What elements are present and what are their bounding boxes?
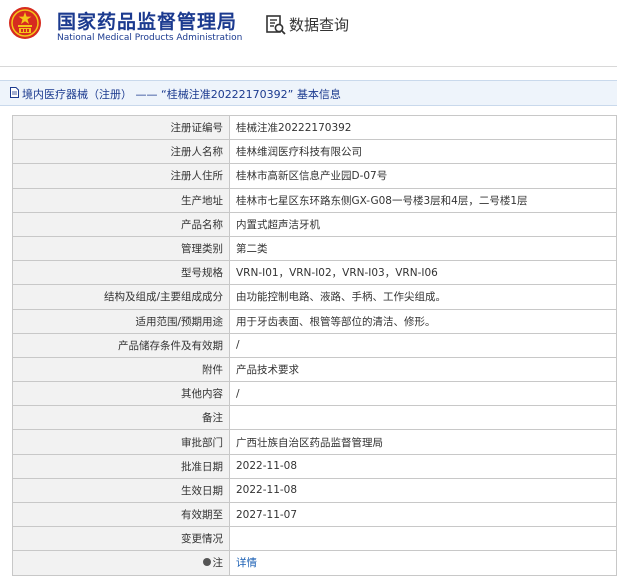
site-subtitle[interactable]: National Medical Products Administration <box>57 33 242 43</box>
note-value-cell: 详情 <box>229 550 617 576</box>
info-dot-icon <box>202 558 211 567</box>
table-row: 管理类别 第二类 <box>12 235 617 262</box>
data-query-link[interactable]: 数据查询 <box>289 14 349 35</box>
table-row: 审批部门 广西壮族自治区药品监督管理局 <box>12 429 617 455</box>
field-value <box>229 526 617 552</box>
table-row: 结构及组成/主要组成成分 由功能控制电路、液路、手柄、工作尖组成。 <box>12 284 617 310</box>
field-value: / <box>229 332 617 358</box>
note-row: 注 详情 <box>12 550 617 576</box>
field-label: 备注 <box>12 405 230 431</box>
table-row: 产品储存条件及有效期 / <box>12 332 617 358</box>
table-row: 注册人名称 桂林维润医疗科技有限公司 <box>12 139 617 165</box>
note-label: 注 <box>212 557 224 570</box>
document-icon <box>10 87 19 98</box>
table-row: 生效日期 2022-11-08 <box>12 477 617 504</box>
table-row: 备注 <box>12 405 617 431</box>
breadcrumb-text: 境内医疗器械（注册） —— “桂械注准20222170392” 基本信息 <box>22 88 341 101</box>
table-row: 有效期至 2027-11-07 <box>12 501 617 528</box>
field-label: 变更情况 <box>12 526 230 552</box>
field-label: 管理类别 <box>12 235 230 262</box>
document-search-icon <box>266 15 286 35</box>
table-row: 适用范围/预期用途 用于牙齿表面、根管等部位的清洁、修形。 <box>12 308 617 334</box>
field-value: 2022-11-08 <box>229 477 617 504</box>
field-label: 生产地址 <box>12 187 230 213</box>
field-label: 注册证编号 <box>12 114 230 141</box>
field-label: 审批部门 <box>12 429 230 455</box>
field-value: VRN-I01，VRN-I02，VRN-I03，VRN-I06 <box>229 260 617 286</box>
note-label-cell: 注 <box>12 550 230 576</box>
field-value: 由功能控制电路、液路、手柄、工作尖组成。 <box>229 284 617 310</box>
table-row: 附件 产品技术要求 <box>12 356 617 383</box>
field-label: 批准日期 <box>12 453 230 479</box>
field-value: 内置式超声洁牙机 <box>229 211 617 237</box>
field-label: 有效期至 <box>12 501 230 528</box>
table-row: 变更情况 <box>12 526 617 552</box>
table-row: 型号规格 VRN-I01，VRN-I02，VRN-I03，VRN-I06 <box>12 260 617 286</box>
field-label: 产品储存条件及有效期 <box>12 332 230 358</box>
site-title[interactable]: 国家药品监督管理局 <box>57 7 237 34</box>
breadcrumb: 境内医疗器械（注册） —— “桂械注准20222170392” 基本信息 <box>0 80 617 106</box>
table-row: 产品名称 内置式超声洁牙机 <box>12 211 617 237</box>
table-row: 注册人住所 桂林市高新区信息产业园D-07号 <box>12 163 617 189</box>
field-label: 注册人住所 <box>12 163 230 189</box>
field-value <box>229 405 617 431</box>
field-value: 广西壮族自治区药品监督管理局 <box>229 429 617 455</box>
detail-table: 注册证编号 桂械注准20222170392 注册人名称 桂林维润医疗科技有限公司… <box>12 114 617 576</box>
field-label: 型号规格 <box>12 260 230 286</box>
field-label: 生效日期 <box>12 477 230 504</box>
field-value: / <box>229 381 617 407</box>
header-divider <box>0 66 617 67</box>
field-value: 2022-11-08 <box>229 453 617 479</box>
field-value: 桂林维润医疗科技有限公司 <box>229 139 617 165</box>
table-row: 注册证编号 桂械注准20222170392 <box>12 114 617 141</box>
field-value: 产品技术要求 <box>229 356 617 383</box>
field-value: 用于牙齿表面、根管等部位的清洁、修形。 <box>229 308 617 334</box>
national-emblem-icon[interactable] <box>8 6 42 40</box>
details-link[interactable]: 详情 <box>236 557 257 569</box>
field-value: 桂林市七星区东环路东侧GX-G08一号楼3层和4层，二号楼1层 <box>229 187 617 213</box>
field-value: 2027-11-07 <box>229 501 617 528</box>
field-label: 结构及组成/主要组成成分 <box>12 284 230 310</box>
field-label: 其他内容 <box>12 381 230 407</box>
field-label: 适用范围/预期用途 <box>12 308 230 334</box>
table-row: 批准日期 2022-11-08 <box>12 453 617 479</box>
field-value: 第二类 <box>229 235 617 262</box>
field-label: 产品名称 <box>12 211 230 237</box>
field-value: 桂林市高新区信息产业园D-07号 <box>229 163 617 189</box>
field-label: 注册人名称 <box>12 139 230 165</box>
page: 国家药品监督管理局 National Medical Products Admi… <box>0 0 617 580</box>
table-row: 其他内容 / <box>12 381 617 407</box>
field-label: 附件 <box>12 356 230 383</box>
field-value: 桂械注准20222170392 <box>229 114 617 141</box>
site-header: 国家药品监督管理局 National Medical Products Admi… <box>0 0 617 56</box>
table-row: 生产地址 桂林市七星区东环路东侧GX-G08一号楼3层和4层，二号楼1层 <box>12 187 617 213</box>
